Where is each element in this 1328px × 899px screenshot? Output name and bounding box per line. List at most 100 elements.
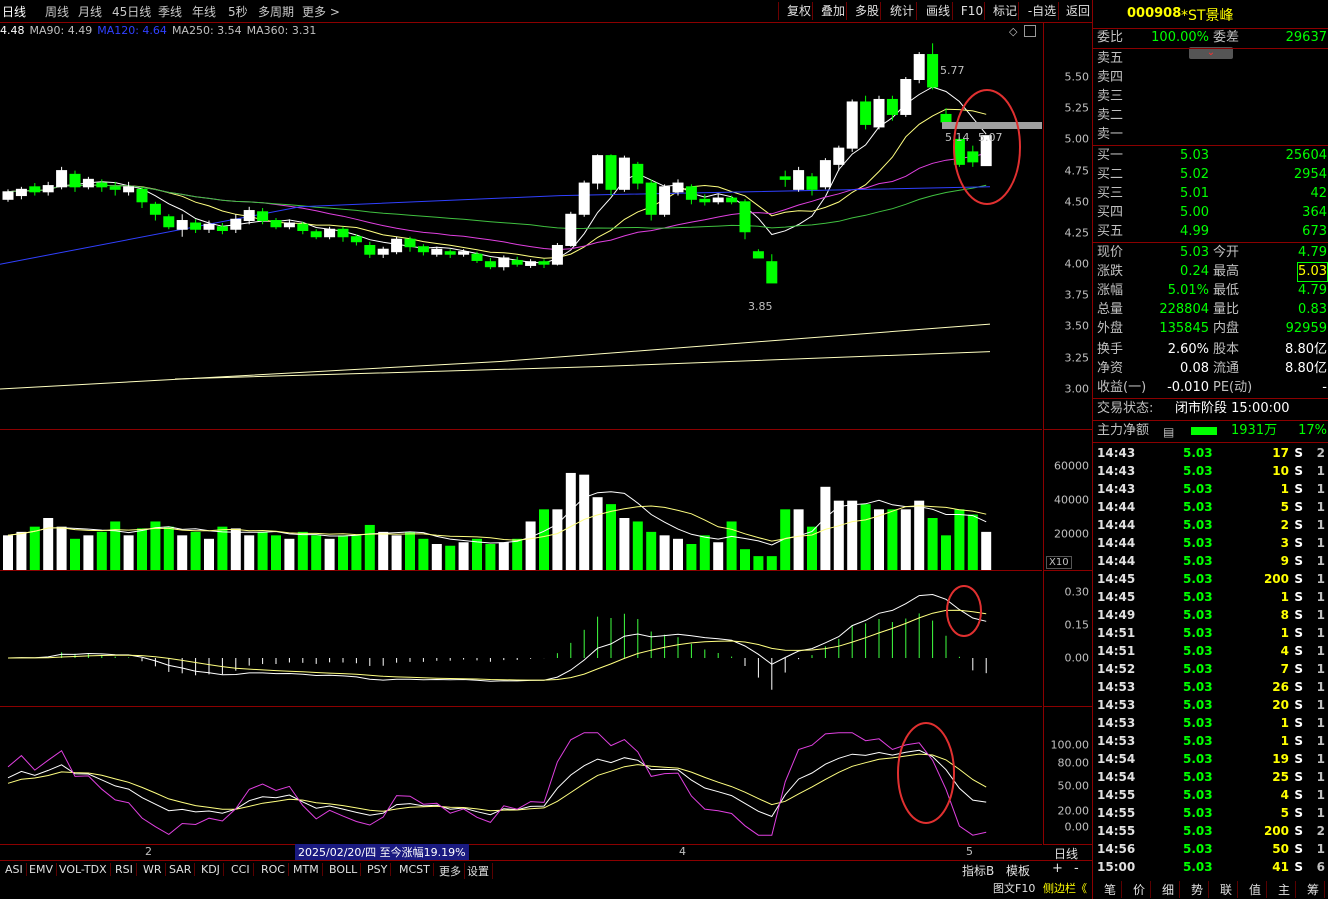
volume-bar [458, 542, 469, 570]
indicator-tab-0[interactable]: ASI [2, 863, 27, 876]
indicator-tab-12[interactable]: MCST [396, 863, 434, 876]
price-tick: 3.75 [1064, 288, 1090, 302]
panel-tab-7[interactable]: 筹 [1302, 881, 1325, 898]
period-week[interactable]: 周线 [45, 3, 69, 20]
indicator-tab-14[interactable]: 设置 [464, 863, 493, 879]
candle-body [203, 223, 215, 230]
candle-body [176, 220, 188, 230]
panel-tab-6[interactable]: 主 [1273, 881, 1296, 898]
indicator-tab-8[interactable]: ROC [258, 863, 289, 876]
volume-bar [217, 526, 228, 570]
panel-tab-3[interactable]: 势 [1186, 881, 1209, 898]
trade-row: 14:45 5.03 1 S 1 [1095, 588, 1327, 606]
indicator-tab-11[interactable]: PSY [364, 863, 392, 876]
indicator-b-button[interactable]: 指标B [962, 862, 994, 879]
trade-side: S [1294, 572, 1303, 586]
price-tick: 5.25 [1064, 101, 1090, 115]
indicator-tab-3[interactable]: RSI [112, 863, 137, 876]
highlight-circle [897, 722, 955, 824]
candle-body [337, 228, 349, 238]
sell-level-row: 卖三 [1095, 88, 1327, 106]
quote-value: 4.79 [1298, 283, 1327, 298]
candle-body [270, 220, 282, 228]
trade-row: 14:51 5.03 4 S 1 [1095, 642, 1327, 660]
indicator-tab-4[interactable]: WR [140, 863, 166, 876]
panel-tab-2[interactable]: 细 [1157, 881, 1180, 898]
candle-body [257, 211, 269, 222]
trade-count: 1 [1316, 608, 1325, 622]
candle-body [69, 173, 81, 188]
kdj-line [7, 749, 987, 818]
capital-bar [1191, 427, 1217, 435]
trade-volume: 1 [1280, 626, 1289, 640]
candle-body [726, 197, 738, 203]
candle-body [779, 176, 791, 180]
candle-body [605, 155, 617, 190]
indicator-tab-13[interactable]: 更多 [436, 863, 465, 879]
candle-body [82, 178, 94, 188]
trade-row: 14:52 5.03 7 S 1 [1095, 660, 1327, 678]
quote-row: 涨幅 5.01% 最低 4.79 [1095, 282, 1327, 300]
trade-price: 5.03 [1183, 842, 1213, 856]
date-tooltip: 2025/02/20/四 至今涨幅19.19% [295, 844, 469, 860]
trade-count: 1 [1316, 752, 1325, 766]
buy-level-volume: 2954 [1293, 167, 1327, 182]
zoom-in-button[interactable]: + [1052, 861, 1063, 876]
volume-tick: 60000 [1054, 459, 1089, 473]
quote-value: 0.08 [1180, 361, 1209, 376]
volume-bar [16, 531, 27, 570]
trade-volume: 50 [1272, 842, 1289, 856]
trade-count: 2 [1316, 446, 1325, 460]
volume-bar [96, 531, 107, 570]
list-icon[interactable]: ▤ [1163, 423, 1174, 441]
period-day[interactable]: 日线 [2, 3, 26, 20]
f10-text-button[interactable]: 图文F10 [993, 880, 1035, 896]
macd-tick: 0.30 [1064, 585, 1090, 599]
panel-tab-5[interactable]: 值 [1244, 881, 1267, 898]
template-button[interactable]: 模板 [1006, 862, 1030, 879]
buy-level-price: 5.01 [1180, 186, 1209, 201]
volume-bar [659, 535, 670, 570]
ma-long-line [0, 323, 991, 390]
quote-value: 135845 [1159, 321, 1209, 336]
indicator-tab-2[interactable]: VOL-TDX [56, 863, 111, 876]
period-month[interactable]: 月线 [78, 3, 102, 20]
trade-row: 14:53 5.03 20 S 1 [1095, 696, 1327, 714]
indicator-tab-6[interactable]: KDJ [198, 863, 224, 876]
volume-bar [177, 535, 188, 570]
trade-row: 14:54 5.03 25 S 1 [1095, 768, 1327, 786]
indicator-tab-10[interactable]: BOLL [326, 863, 362, 876]
panel-tab-4[interactable]: 联 [1215, 881, 1238, 898]
sidebar-toggle[interactable]: 侧边栏《 [1043, 880, 1087, 896]
quote-label: 总量 [1097, 302, 1124, 317]
trade-price: 5.03 [1183, 536, 1213, 550]
macd-line [7, 609, 987, 681]
indicator-tab-5[interactable]: SAR [166, 863, 196, 876]
volume-bar [271, 535, 281, 570]
volume-bar [512, 538, 523, 570]
candle-body [364, 244, 376, 255]
zoom-out-button[interactable]: - [1074, 861, 1079, 876]
trade-price: 5.03 [1183, 662, 1213, 676]
indicator-tab-7[interactable]: CCI [228, 863, 254, 876]
trade-count: 6 [1316, 860, 1325, 874]
candle-body [297, 223, 309, 232]
period-5sec[interactable]: 5秒 [228, 3, 248, 20]
period-quarter[interactable]: 季线 [158, 3, 182, 20]
volume-bar [204, 538, 214, 570]
indicator-tab-1[interactable]: EMV [26, 863, 57, 876]
candle-body [96, 182, 108, 188]
period-year[interactable]: 年线 [192, 3, 216, 20]
period-45day[interactable]: 45日线 [112, 3, 151, 20]
trade-side: S [1294, 806, 1303, 820]
trade-volume: 1 [1280, 734, 1289, 748]
volume-bar [766, 556, 777, 570]
kdj-chart [7, 722, 987, 836]
candle-body [819, 160, 831, 188]
period-more[interactable]: 更多 > [302, 3, 340, 20]
candle-body [404, 238, 416, 248]
period-multi[interactable]: 多周期 [258, 3, 294, 20]
panel-tab-0[interactable]: 笔 [1099, 881, 1122, 898]
indicator-tab-9[interactable]: MTM [290, 863, 323, 876]
panel-tab-1[interactable]: 价 [1128, 881, 1151, 898]
